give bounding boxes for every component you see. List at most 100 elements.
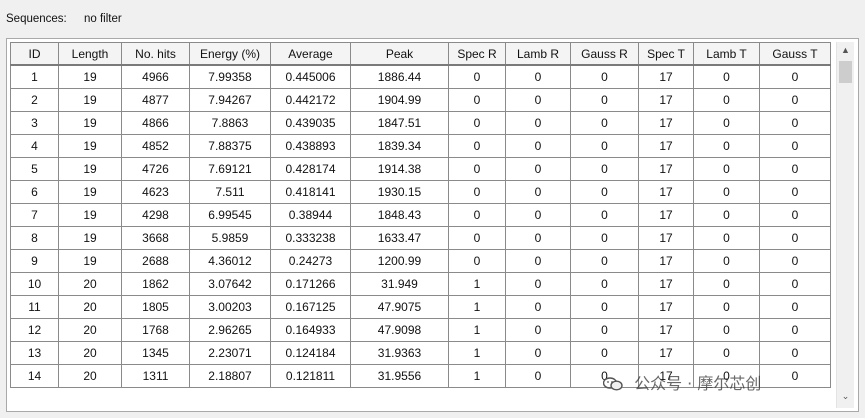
table-row[interactable]: 9 19 2688 4.36012 0.24273 1200.99 0 0 0 17 0 0 xyxy=(10,249,831,273)
table-cell: 0 xyxy=(693,318,760,342)
table-cell: 0 xyxy=(505,88,571,112)
table-cell: 1633.47 xyxy=(350,226,449,250)
table-cell: 2 xyxy=(10,88,59,112)
table-body: 1 19 4966 7.99358 0.445006 1886.44 0 0 0 17 0 0 2 19 4… xyxy=(10,64,831,388)
table-cell: 17 xyxy=(638,272,694,296)
table-cell: 0 xyxy=(505,180,571,204)
column-header[interactable]: Gauss R xyxy=(570,42,639,66)
table-cell: 0 xyxy=(693,226,760,250)
table-row[interactable]: 7 19 4298 6.99545 0.38944 1848.43 0 0 0 17 0 0 xyxy=(10,203,831,227)
column-header[interactable]: Lamb T xyxy=(693,42,760,66)
table-cell: 0 xyxy=(505,272,571,296)
table-cell: 4726 xyxy=(121,157,190,181)
sequences-panel: Sequences: no filter ID Length No. hits Ene… xyxy=(0,0,865,418)
table-cell: 17 xyxy=(638,249,694,273)
table-cell: 0 xyxy=(448,180,506,204)
column-header[interactable]: Energy (%) xyxy=(189,42,271,66)
table-cell: 0 xyxy=(693,64,760,89)
column-header[interactable]: Peak xyxy=(350,42,449,66)
table-cell: 0.418141 xyxy=(270,180,351,204)
table-cell: 19 xyxy=(58,111,122,135)
table-cell: 4852 xyxy=(121,134,190,158)
table-cell: 0.438893 xyxy=(270,134,351,158)
table-cell: 1805 xyxy=(121,295,190,319)
table-row[interactable]: 11 20 1805 3.00203 0.167125 47.9075 1 0 0 17 0 0 xyxy=(10,295,831,319)
table-cell: 1 xyxy=(10,64,59,89)
table-cell: 17 xyxy=(638,111,694,135)
table-cell: 0 xyxy=(505,134,571,158)
table-cell: 0 xyxy=(570,157,639,181)
column-header[interactable]: Length xyxy=(58,42,122,66)
scroll-up-icon[interactable]: ▲ xyxy=(837,42,854,59)
table-cell: 1839.34 xyxy=(350,134,449,158)
table-cell: 17 xyxy=(638,88,694,112)
table-cell: 19 xyxy=(58,226,122,250)
table-cell: 47.9075 xyxy=(350,295,449,319)
table-row[interactable]: 12 20 1768 2.96265 0.164933 47.9098 1 0 0 17 0 0 xyxy=(10,318,831,342)
table-row[interactable]: 1 19 4966 7.99358 0.445006 1886.44 0 0 0 17 0 0 xyxy=(10,64,831,89)
table-cell: 3 xyxy=(10,111,59,135)
table-cell: 19 xyxy=(58,64,122,89)
table-cell: 20 xyxy=(58,341,122,365)
column-header[interactable]: Spec T xyxy=(638,42,694,66)
table-cell: 0 xyxy=(570,272,639,296)
column-header[interactable]: Spec R xyxy=(448,42,506,66)
grid-viewport[interactable]: ID Length No. hits Energy (%) Average Peak Spe… xyxy=(10,42,833,411)
table-row[interactable]: 8 19 3668 5.9859 0.333238 1633.47 0 0 0 17 0 0 xyxy=(10,226,831,250)
table-cell: 17 xyxy=(638,64,694,89)
table-cell: 31.949 xyxy=(350,272,449,296)
table-cell: 20 xyxy=(58,364,122,388)
table-cell: 0 xyxy=(693,157,760,181)
column-header[interactable]: No. hits xyxy=(121,42,190,66)
table-cell: 0 xyxy=(448,203,506,227)
scroll-down-icon[interactable]: ⌄ xyxy=(837,388,854,405)
table-cell: 0.439035 xyxy=(270,111,351,135)
table-cell: 17 xyxy=(638,203,694,227)
table-cell: 0 xyxy=(759,272,831,296)
watermark: 公众号 · 摩尔芯创 xyxy=(602,374,762,394)
table-cell: 0 xyxy=(570,295,639,319)
vertical-scrollbar[interactable]: ▲ ⌄ xyxy=(836,42,854,408)
table-cell: 1847.51 xyxy=(350,111,449,135)
column-header[interactable]: Lamb R xyxy=(505,42,571,66)
table-cell: 0 xyxy=(570,203,639,227)
table-cell: 19 xyxy=(58,157,122,181)
table-cell: 3.00203 xyxy=(189,295,271,319)
table-cell: 17 xyxy=(638,295,694,319)
table-row[interactable]: 6 19 4623 7.511 0.418141 1930.15 0 0 0 17 0 0 xyxy=(10,180,831,204)
table-cell: 31.9556 xyxy=(350,364,449,388)
table-cell: 0 xyxy=(570,88,639,112)
table-cell: 6.99545 xyxy=(189,203,271,227)
table-cell: 20 xyxy=(58,295,122,319)
table-cell: 0 xyxy=(505,157,571,181)
table-cell: 0 xyxy=(570,64,639,89)
table-cell: 5 xyxy=(10,157,59,181)
filter-bar: Sequences: no filter xyxy=(6,10,122,28)
table-row[interactable]: 13 20 1345 2.23071 0.124184 31.9363 1 0 0 17 0 0 xyxy=(10,341,831,365)
table-cell: 0 xyxy=(505,249,571,273)
table-row[interactable]: 3 19 4866 7.8863 0.439035 1847.51 0 0 0 17 0 0 xyxy=(10,111,831,135)
table-cell: 47.9098 xyxy=(350,318,449,342)
table-cell: 4966 xyxy=(121,64,190,89)
table-cell: 0.428174 xyxy=(270,157,351,181)
table-cell: 2.96265 xyxy=(189,318,271,342)
table-cell: 31.9363 xyxy=(350,341,449,365)
table-row[interactable]: 2 19 4877 7.94267 0.442172 1904.99 0 0 0 17 0 0 xyxy=(10,88,831,112)
table-cell: 0 xyxy=(693,249,760,273)
column-header[interactable]: Gauss T xyxy=(759,42,831,66)
table-row[interactable]: 5 19 4726 7.69121 0.428174 1914.38 0 0 0 17 0 0 xyxy=(10,157,831,181)
table-cell: 0 xyxy=(505,318,571,342)
column-header[interactable]: ID xyxy=(10,42,59,66)
table-cell: 13 xyxy=(10,341,59,365)
table-cell: 1886.44 xyxy=(350,64,449,89)
table-cell: 1904.99 xyxy=(350,88,449,112)
watermark-text: 公众号 · 摩尔芯创 xyxy=(634,374,762,393)
table-row[interactable]: 4 19 4852 7.88375 0.438893 1839.34 0 0 0 17 0 0 xyxy=(10,134,831,158)
table-cell: 0 xyxy=(693,111,760,135)
table-row[interactable]: 10 20 1862 3.07642 0.171266 31.949 1 0 0 17 0 0 xyxy=(10,272,831,296)
table-cell: 1 xyxy=(448,272,506,296)
scrollbar-thumb[interactable] xyxy=(839,61,852,83)
column-header[interactable]: Average xyxy=(270,42,351,66)
table-cell: 0 xyxy=(693,272,760,296)
table-cell: 0 xyxy=(693,203,760,227)
